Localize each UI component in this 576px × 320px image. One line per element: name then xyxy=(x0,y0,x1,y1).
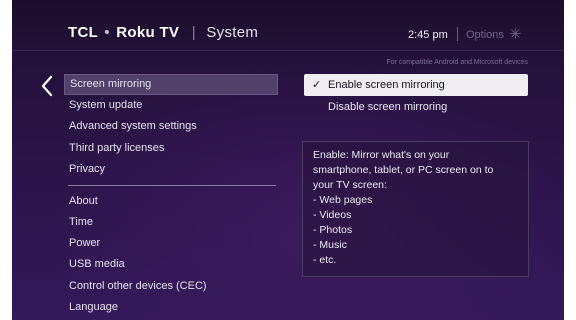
menu-item-control-other-devices[interactable]: Control other devices (CEC) xyxy=(64,276,278,297)
brand-tcl: TCL xyxy=(68,24,98,41)
brand-roku: Roku TV xyxy=(116,24,180,41)
brand-dot: • xyxy=(104,24,110,41)
description-line: - etc. xyxy=(313,254,337,266)
menu-divider xyxy=(68,185,276,186)
options-star-icon[interactable]: ✳ xyxy=(509,25,522,43)
option-label: Disable screen mirroring xyxy=(328,101,448,113)
menu-item-screen-mirroring[interactable]: Screen mirroring xyxy=(64,74,278,95)
description-line: - Videos xyxy=(313,209,352,221)
description-line: - Photos xyxy=(313,224,353,236)
menu-item-usb-media[interactable]: USB media xyxy=(64,254,278,275)
back-chevron-icon[interactable] xyxy=(38,74,58,98)
description-panel: Enable: Mirror what's on your smartphone… xyxy=(302,141,529,277)
description-line: smartphone, tablet, or PC screen on to xyxy=(313,164,494,176)
enable-screen-mirroring-option[interactable]: ✓ Enable screen mirroring xyxy=(304,74,528,96)
description-line: Enable: Mirror what's on your xyxy=(313,149,450,161)
menu-item-about[interactable]: About xyxy=(64,191,278,212)
compatibility-note: For compatible Android and Microsoft dev… xyxy=(386,59,528,66)
menu-item-privacy[interactable]: Privacy xyxy=(64,159,278,180)
menu-item-power[interactable]: Power xyxy=(64,233,278,254)
menu-item-time[interactable]: Time xyxy=(64,212,278,233)
clock: 2:45 pm xyxy=(408,29,448,41)
menu-item-language[interactable]: Language xyxy=(64,297,278,318)
checkmark-icon: ✓ xyxy=(312,79,322,91)
option-label: Enable screen mirroring xyxy=(328,79,445,91)
brand-title: TCL • Roku TV | System xyxy=(68,24,258,41)
header-divider: | xyxy=(191,24,196,41)
page-title: System xyxy=(206,24,259,41)
menu-item-advanced-system-settings[interactable]: Advanced system settings xyxy=(64,116,278,137)
options-label: Options xyxy=(466,29,504,41)
description-line: - Web pages xyxy=(313,194,373,206)
disable-screen-mirroring-option[interactable]: Disable screen mirroring xyxy=(304,96,528,118)
options-separator xyxy=(457,27,458,41)
description-line: your TV screen: xyxy=(313,179,387,191)
menu-item-third-party-licenses[interactable]: Third party licenses xyxy=(64,138,278,159)
menu-item-system-update[interactable]: System update xyxy=(64,95,278,116)
top-bar: TCL • Roku TV | System 2:45 pm Options ✳ xyxy=(12,0,564,51)
tv-screen: TCL • Roku TV | System 2:45 pm Options ✳… xyxy=(12,0,564,320)
description-line: - Music xyxy=(313,239,347,251)
